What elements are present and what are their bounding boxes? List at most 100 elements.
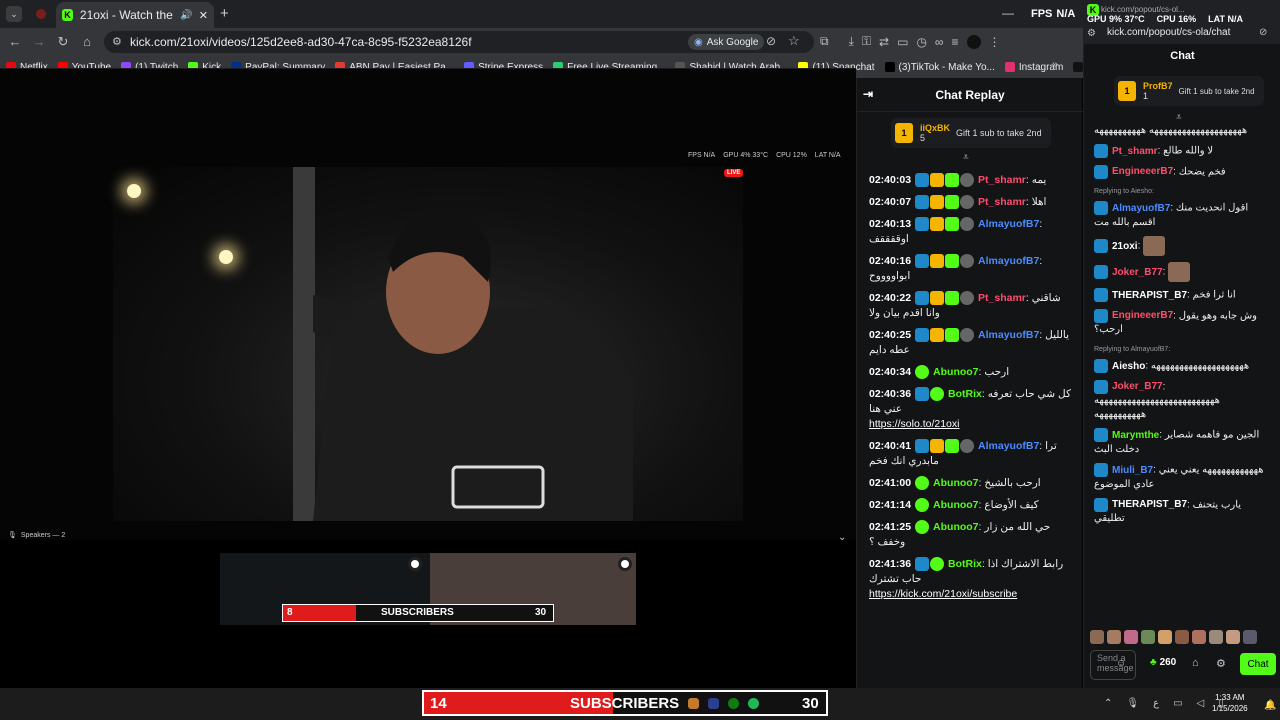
menu-icon[interactable]: ⋮ [989,35,1001,49]
badge-icon [960,173,975,188]
message-username[interactable]: BotRix [948,388,982,400]
recent-emote[interactable] [1124,630,1138,644]
more-bookmarks-icon[interactable]: » [1052,59,1058,71]
message-username[interactable]: Abunoo7 [933,477,979,489]
eye-off-icon[interactable]: ⊘ [1259,27,1267,38]
camera-icon[interactable] [408,557,422,571]
chat-message: Joker_B77: ههههههههههههههههههههههههههه ه… [1094,379,1274,423]
link-icon[interactable]: ∞ [935,35,944,49]
settings-gear-icon[interactable]: ⚙ [1216,657,1226,670]
collapse-icon[interactable]: ⇥ [863,87,873,101]
xbox-icon[interactable] [728,698,739,709]
badge-icon [945,439,960,454]
chat-message: THERAPIST_B7: انا ثرا فخم [1094,287,1274,303]
message-username[interactable]: BotRix [948,558,982,570]
language-icon[interactable]: ع [1153,698,1159,709]
site-info-icon[interactable]: ⚙ [1087,28,1096,39]
tab-close-icon[interactable]: ✕ [199,9,208,22]
message-username[interactable]: AlmayuofB7 [978,440,1039,452]
recent-emote[interactable] [1141,630,1155,644]
tab-search-icon[interactable]: ⌄ [6,6,22,22]
message-username[interactable]: Abunoo7 [933,366,979,378]
forward-icon[interactable]: → [28,34,50,49]
recent-emote[interactable] [1226,630,1240,644]
message-username[interactable]: AlmayuofB7 [978,255,1039,267]
message-username[interactable]: Pt_shamr [1112,146,1158,157]
recent-emote[interactable] [1209,630,1223,644]
message-username[interactable]: Marymthe [1112,430,1159,441]
spotify-icon[interactable] [748,698,759,709]
message-username[interactable]: Abunoo7 [933,499,979,511]
key-icon[interactable]: ⚿ [862,34,871,49]
pinned-tab-icon[interactable] [36,9,46,19]
message-username[interactable]: AlmayuofB7 [978,218,1039,230]
recent-emote[interactable] [1243,630,1257,644]
message-link[interactable]: https://kick.com/21oxi/subscribe [869,587,1075,602]
profile-avatar[interactable] [966,34,981,49]
volume-icon[interactable]: ◁ [1197,698,1205,709]
ask-google-button[interactable]: ◉ Ask Google [688,34,765,50]
app-icon[interactable] [688,698,699,709]
back-icon[interactable]: ← [4,34,26,49]
message-username[interactable]: Pt_shamr [978,196,1026,208]
message-username[interactable]: Aiesho [1112,361,1145,372]
address-bar[interactable]: ⚙ kick.com/21oxi/videos/125d2ee8-ad30-47… [104,31,814,53]
translate-icon[interactable]: ⇄ [879,35,889,49]
store-icon[interactable]: ⌂ [1192,657,1199,669]
message-username[interactable]: Abunoo7 [933,521,979,533]
message-username[interactable]: THERAPIST_B7 [1112,499,1187,510]
user-badges [915,557,945,572]
message-username[interactable]: Pt_shamr [978,174,1026,186]
pinned-gifter[interactable]: 1 iiQxBK 5 Gift 1 sub to take 2nd [891,118,1051,148]
minimize-icon[interactable]: — [1002,6,1014,20]
message-username[interactable]: 21oxi [1112,241,1138,252]
tray-chevron-icon[interactable]: ⌃ [1104,698,1112,709]
camera-icon[interactable] [618,557,632,571]
recent-emote[interactable] [1107,630,1121,644]
chevron-down-icon[interactable]: ⌄ [838,532,846,543]
recent-emote[interactable] [1158,630,1172,644]
message-username[interactable]: EngineeerB7 [1112,310,1173,321]
home-icon[interactable]: ⌂ [76,34,98,49]
extensions-icon[interactable]: ⧉ [820,34,829,49]
message-link[interactable]: https://solo.to/21oxi [869,417,1075,432]
chat-message: 02:40:16 AlmayuofB7: ابواووووح [869,254,1075,284]
send-chat-button[interactable]: Chat [1240,653,1276,675]
notification-bell-icon[interactable]: 🔔 [1264,700,1276,711]
reply-context[interactable]: Replying to AlmayuofB7: [1094,343,1274,357]
clock[interactable]: 1:33 AM 1/15/2026 [1212,692,1248,714]
emoji-icon[interactable]: ☺ [1116,658,1126,669]
badge-icon [915,217,930,232]
wallet-icon[interactable]: ▭ [897,35,908,49]
popout-messages: ههههههههههههههههههههه ههههههههههه Pt_sham… [1094,124,1274,624]
reload-icon[interactable]: ↻ [52,34,74,50]
channel-points[interactable]: ♣ 260 [1150,657,1176,668]
app-icon[interactable] [708,698,719,709]
history-icon[interactable]: ◷ [916,35,926,49]
bookmark-star-icon[interactable]: ☆ [788,33,800,49]
site-info-icon[interactable]: ⚙ [112,35,122,48]
message-username[interactable]: THERAPIST_B7 [1112,290,1187,301]
audio-icon[interactable]: 🔊 [180,10,192,21]
new-tab-icon[interactable]: + [220,5,229,22]
bookmark-item[interactable]: (3)TikTok - Make Yo... [884,62,995,73]
message-username[interactable]: AlmayuofB7 [978,329,1039,341]
message-username[interactable]: Miuli_B7 [1112,465,1153,476]
media-icon[interactable]: ≡ [951,35,958,49]
message-username[interactable]: Joker_B77 [1112,381,1163,392]
message-username[interactable]: EngineeerB7 [1112,166,1173,177]
download-icon[interactable]: ⤓ [849,34,854,49]
active-tab[interactable]: K 21oxi - Watch the VOD on 🔊 ✕ [56,2,214,28]
mic-icon[interactable]: 🎙 [1126,698,1139,709]
message-username[interactable]: Joker_B77 [1112,267,1163,278]
eye-off-icon[interactable]: ⊘ [766,34,776,48]
message-username[interactable]: AlmayuofB7 [1112,203,1170,214]
network-icon[interactable]: ▭ [1173,698,1182,709]
recent-emote[interactable] [1090,630,1104,644]
send-message-input[interactable]: Send a message [1090,650,1136,680]
message-username[interactable]: Pt_shamr [978,292,1026,304]
popout-pinned-gifter[interactable]: 1 ProfB7 1 Gift 1 sub to take 2nd [1114,76,1264,106]
reply-context[interactable]: Replying to Aiesho: [1094,185,1274,199]
recent-emote[interactable] [1175,630,1189,644]
recent-emote[interactable] [1192,630,1206,644]
